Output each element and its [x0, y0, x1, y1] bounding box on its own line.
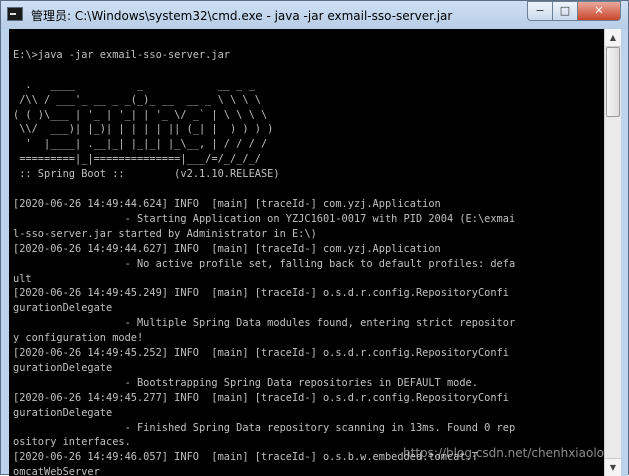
console-text: E:\>java -jar exmail-sso-server.jar . __…: [9, 29, 604, 476]
cmd-window: 管理员: C:\Windows\system32\cmd.exe - java …: [0, 0, 629, 476]
console-line: [2020-06-26 14:49:45.252] INFO [main] [t…: [13, 347, 509, 360]
minimize-button[interactable]: −: [527, 1, 553, 21]
console-line: :: Spring Boot :: (v2.1.10.RELEASE): [13, 168, 280, 181]
vertical-scrollbar[interactable]: ▲ ▼: [604, 29, 621, 476]
console-line: y configuration mode!: [13, 332, 144, 345]
console-line: gurationDelegate: [13, 302, 113, 315]
console-line: gurationDelegate: [13, 361, 113, 374]
window-frame-right: [621, 29, 628, 476]
window-title: 管理员: C:\Windows\system32\cmd.exe - java …: [31, 9, 453, 23]
close-icon: ✕: [594, 4, 604, 17]
console-line: ' |____| .__|_| |_|_| |_\__, | / / / /: [13, 138, 268, 151]
maximize-button[interactable]: □: [552, 1, 578, 21]
console-line: ult: [13, 272, 32, 285]
console-line: - Bootstrapping Spring Data repositories…: [13, 376, 478, 389]
close-button[interactable]: ✕: [577, 1, 621, 21]
console-line: [2020-06-26 14:49:44.627] INFO [main] [t…: [13, 242, 441, 255]
title-bar[interactable]: 管理员: C:\Windows\system32\cmd.exe - java …: [1, 1, 628, 29]
watermark: https://blog.csdn.net/chenhxiaolo: [403, 446, 604, 460]
console-line: \\/ ___)| |_)| | | | | || (_| | ) ) ) ): [13, 123, 274, 136]
minimize-icon: −: [535, 4, 545, 17]
console-line: - Finished Spring Data repository scanni…: [13, 421, 516, 434]
scroll-down-button[interactable]: ▼: [605, 458, 621, 476]
console-line: - No active profile set, falling back to…: [13, 257, 516, 270]
console-line: l-sso-server.jar started by Administrato…: [13, 227, 317, 240]
console-line: ository interfaces.: [13, 436, 131, 449]
scroll-up-button[interactable]: ▲: [605, 29, 621, 47]
console-line: /\\ / ___'_ __ _ _(_)_ __ __ _ \ \ \ \: [13, 93, 261, 106]
console-line: [2020-06-26 14:49:45.277] INFO [main] [t…: [13, 391, 509, 404]
console-line: [2020-06-26 14:49:44.624] INFO [main] [t…: [13, 197, 441, 210]
console-line: E:\>java -jar exmail-sso-server.jar: [13, 48, 230, 61]
console-line: [2020-06-26 14:49:45.249] INFO [main] [t…: [13, 287, 509, 300]
console-line: gurationDelegate: [13, 406, 113, 419]
scroll-down-icon: ▼: [609, 463, 617, 472]
console-line: - Starting Application on YZJC1601-0017 …: [13, 212, 516, 225]
console-line: - Multiple Spring Data modules found, en…: [13, 317, 516, 330]
console-output[interactable]: E:\>java -jar exmail-sso-server.jar . __…: [9, 29, 604, 476]
console-line: . ____ _ __ _ _: [13, 78, 255, 91]
console-line: =========|_|==============|___/=/_/_/_/: [13, 153, 261, 166]
scroll-up-icon: ▲: [609, 33, 617, 42]
cmd-console-icon[interactable]: [7, 7, 23, 21]
console-line: ( ( )\___ | '_ | '_| | '_ \/ _` | \ \ \ …: [13, 108, 268, 121]
scroll-thumb[interactable]: [606, 47, 620, 117]
maximize-icon: □: [559, 4, 571, 17]
